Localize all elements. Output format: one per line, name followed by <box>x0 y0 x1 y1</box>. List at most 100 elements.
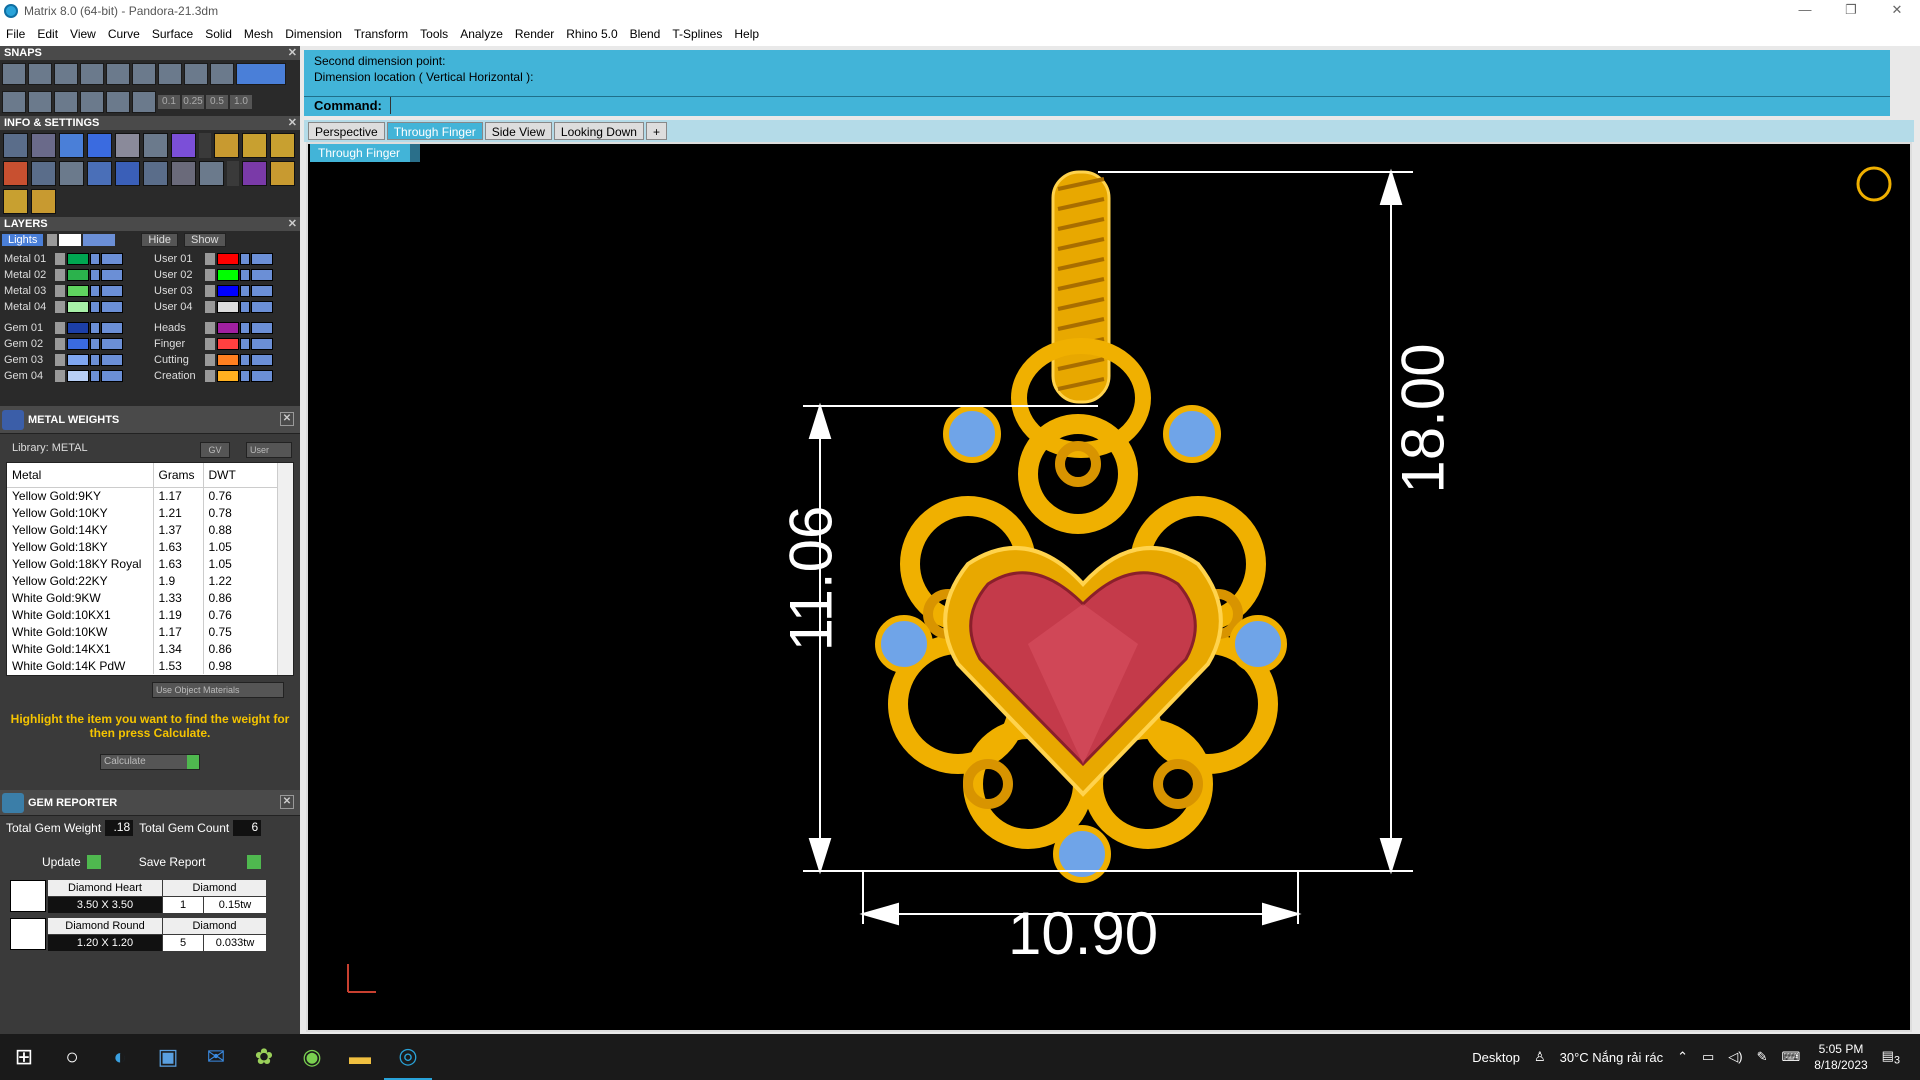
col-grams[interactable]: Grams <box>153 463 204 488</box>
lock-icon[interactable] <box>240 301 250 313</box>
snap-end-icon[interactable] <box>2 63 26 85</box>
close-button[interactable]: ✕ <box>1874 0 1920 22</box>
arrow-icon[interactable] <box>55 301 65 313</box>
prong-icon[interactable] <box>3 189 28 214</box>
command-input[interactable] <box>390 97 1878 114</box>
layer-creation[interactable]: Creation <box>150 368 273 384</box>
visible-icon[interactable] <box>251 301 273 313</box>
table-row[interactable]: Yellow Gold:14KY 1.37 0.88 <box>7 521 279 538</box>
visible-icon[interactable] <box>101 322 123 334</box>
layer-gem-02[interactable]: Gem 02 <box>0 336 123 352</box>
person-icon[interactable]: ♙ <box>1534 1049 1546 1065</box>
visible-icon[interactable] <box>101 338 123 350</box>
visible-icon[interactable] <box>251 322 273 334</box>
filter-icon[interactable] <box>143 161 168 186</box>
smarttrack-icon[interactable] <box>106 91 130 113</box>
matrix-taskbar-icon[interactable]: ◎ <box>384 1034 432 1080</box>
restore-button[interactable]: ❐ <box>1828 0 1874 22</box>
table-row[interactable]: White Gold:9KW 1.33 0.86 <box>7 589 279 606</box>
layer-gem-03[interactable]: Gem 03 <box>0 352 123 368</box>
snap-int-icon[interactable] <box>158 63 182 85</box>
snap-point-icon[interactable] <box>54 63 78 85</box>
tab-looking-down[interactable]: Looking Down <box>553 122 644 140</box>
snap-mid-icon[interactable] <box>80 63 104 85</box>
tab-side-view[interactable]: Side View <box>484 122 552 140</box>
close-icon[interactable]: ✕ <box>288 116 297 130</box>
setting-icon[interactable] <box>31 189 56 214</box>
gumball-icon[interactable] <box>132 91 156 113</box>
arrow-icon[interactable] <box>55 354 65 366</box>
visible-icon[interactable] <box>101 269 123 281</box>
zoom-icon[interactable] <box>31 133 56 158</box>
grid-view-icon[interactable] <box>31 161 56 186</box>
color-swatch[interactable] <box>217 285 239 297</box>
folder-icon[interactable]: ▬ <box>336 1034 384 1080</box>
lock-icon[interactable] <box>90 322 100 334</box>
lights-swatch[interactable] <box>59 234 82 246</box>
arrow-icon[interactable] <box>205 285 215 297</box>
layer-user-04[interactable]: User 04 <box>150 299 273 315</box>
snap-center-icon[interactable] <box>106 63 130 85</box>
mesh-icon[interactable] <box>242 161 267 186</box>
color-swatch[interactable] <box>67 338 89 350</box>
color-swatch[interactable] <box>217 354 239 366</box>
lock-icon[interactable] <box>240 354 250 366</box>
arrow-icon[interactable] <box>205 301 215 313</box>
arrow-icon[interactable] <box>55 322 65 334</box>
visible-icon[interactable] <box>101 285 123 297</box>
color-swatch[interactable] <box>217 301 239 313</box>
clock[interactable]: 5:05 PM 8/18/2023 <box>1814 1041 1867 1073</box>
visible-icon[interactable] <box>101 301 123 313</box>
frame-icon[interactable] <box>242 133 267 158</box>
hide-button[interactable]: Hide <box>141 233 178 247</box>
arrow-icon[interactable] <box>55 370 65 382</box>
metal-table[interactable]: Metal Grams DWT Yellow Gold:9KY 1.17 0.76 … <box>6 462 294 676</box>
col-dwt[interactable]: DWT <box>203 463 279 488</box>
menu-help[interactable]: Help <box>734 27 759 41</box>
layer-user-01[interactable]: User 01 <box>150 251 273 267</box>
color-swatch[interactable] <box>67 285 89 297</box>
scatter-icon[interactable] <box>171 161 196 186</box>
layers-icon[interactable] <box>59 133 84 158</box>
menu-view[interactable]: View <box>70 27 96 41</box>
mail-icon[interactable]: ✉ <box>192 1034 240 1080</box>
gem-item-round[interactable]: Diamond Round Diamond 1.20 X 1.20 5 0.03… <box>10 918 300 951</box>
gem-item-heart[interactable]: Diamond Heart Diamond 3.50 X 3.50 1 0.15… <box>10 880 300 913</box>
layer-gem-01[interactable]: Gem 01 <box>0 320 123 336</box>
lights-layer[interactable]: Lights <box>2 234 44 246</box>
col-metal[interactable]: Metal <box>7 463 154 488</box>
table-scrollbar[interactable] <box>277 463 293 675</box>
tab-perspective[interactable]: Perspective <box>308 122 385 140</box>
pen-icon[interactable]: ✎ <box>1757 1049 1768 1065</box>
layer-metal-02[interactable]: Metal 02 <box>0 267 123 283</box>
table-row[interactable]: Yellow Gold:10KY 1.21 0.78 <box>7 504 279 521</box>
table-row[interactable]: White Gold:14K PdW 1.53 0.98 <box>7 657 279 674</box>
arrow-icon[interactable] <box>205 253 215 265</box>
arrow-icon[interactable] <box>205 354 215 366</box>
lock-icon[interactable] <box>90 285 100 297</box>
show-button[interactable]: Show <box>183 233 226 247</box>
edit-icon[interactable] <box>143 133 168 158</box>
minimize-button[interactable]: — <box>1782 0 1828 22</box>
color-swatch[interactable] <box>67 269 89 281</box>
tile-icon[interactable] <box>59 161 84 186</box>
frame-2-icon[interactable] <box>270 133 295 158</box>
notification-icon[interactable]: ▤3 <box>1882 1048 1900 1067</box>
color-swatch[interactable] <box>67 301 89 313</box>
visible-icon[interactable] <box>251 370 273 382</box>
menu-solid[interactable]: Solid <box>205 27 232 41</box>
visible-icon[interactable] <box>251 269 273 281</box>
menu-tools[interactable]: Tools <box>420 27 448 41</box>
lights-toggles[interactable] <box>83 234 116 246</box>
lock-icon[interactable] <box>90 338 100 350</box>
visible-icon[interactable] <box>251 285 273 297</box>
calculate-button[interactable]: Calculate <box>100 754 200 770</box>
snap-value-2[interactable]: 0.5 <box>206 95 228 109</box>
arrow-icon[interactable] <box>55 338 65 350</box>
table-row[interactable]: Yellow Gold:18KY 1.63 1.05 <box>7 538 279 555</box>
store-icon[interactable]: ▣ <box>144 1034 192 1080</box>
lock-icon[interactable] <box>90 301 100 313</box>
calculator-icon[interactable] <box>199 161 224 186</box>
volume-icon[interactable]: ◁) <box>1728 1049 1742 1065</box>
visible-icon[interactable] <box>101 354 123 366</box>
